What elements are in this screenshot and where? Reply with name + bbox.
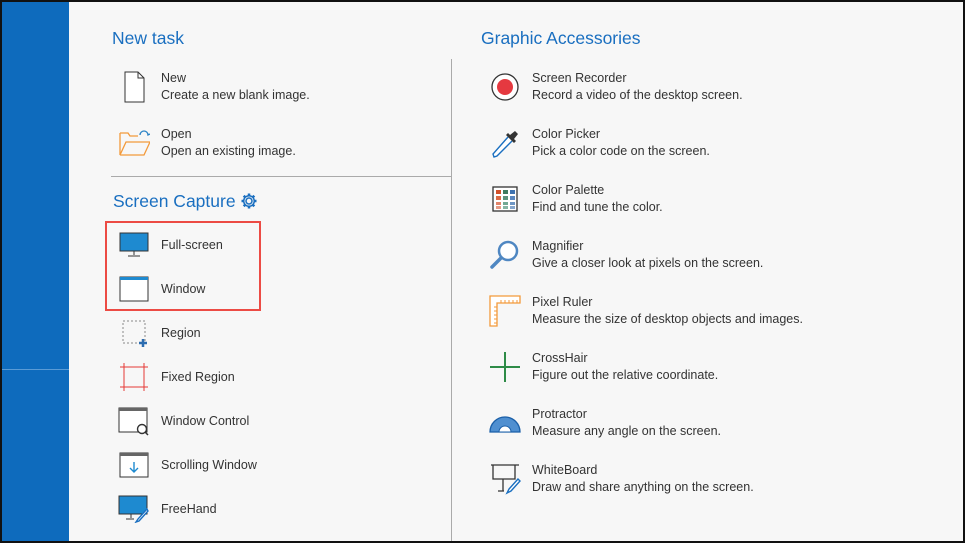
section-divider bbox=[111, 176, 452, 177]
region-icon bbox=[118, 317, 150, 349]
protractor-desc: Measure any angle on the screen. bbox=[532, 424, 722, 438]
full-screen-button[interactable]: Full-screen bbox=[118, 229, 223, 261]
full-screen-label: Full-screen bbox=[161, 237, 223, 252]
whiteboard-button[interactable]: WhiteBoard Draw and share anything on the… bbox=[489, 462, 754, 496]
color-picker-label: Color Picker bbox=[532, 127, 601, 141]
scrolling-window-button[interactable]: Scrolling Window bbox=[118, 449, 257, 481]
crosshair-button[interactable]: CrossHair Figure out the relative coordin… bbox=[489, 350, 718, 384]
freehand-label: FreeHand bbox=[161, 501, 217, 516]
color-palette-button[interactable]: Color Palette Find and tune the color. bbox=[489, 182, 663, 216]
open-folder-icon bbox=[118, 127, 150, 159]
color-picker-desc: Pick a color code on the screen. bbox=[532, 144, 710, 158]
freehand-button[interactable]: FreeHand bbox=[118, 493, 217, 525]
screen-recorder-desc: Record a video of the desktop screen. bbox=[532, 88, 743, 102]
column-divider bbox=[451, 59, 452, 543]
region-label: Region bbox=[161, 325, 201, 340]
fixed-region-icon bbox=[118, 361, 150, 393]
sidebar-divider bbox=[2, 369, 69, 370]
pixel-ruler-button[interactable]: Pixel Ruler Measure the size of desktop o… bbox=[489, 294, 803, 328]
whiteboard-icon bbox=[489, 463, 521, 495]
window-control-icon bbox=[118, 405, 150, 437]
color-palette-label: Color Palette bbox=[532, 183, 605, 197]
open-label: Open bbox=[161, 127, 192, 141]
protractor-button[interactable]: Protractor Measure any angle on the scree… bbox=[489, 406, 721, 440]
new-task-heading: New task bbox=[112, 28, 184, 48]
fixed-region-label: Fixed Region bbox=[161, 369, 235, 384]
graphic-accessories-heading: Graphic Accessories bbox=[481, 28, 641, 48]
screen-recorder-label: Screen Recorder bbox=[532, 71, 627, 85]
screen-capture-heading: Screen Capture bbox=[113, 191, 236, 211]
pixel-ruler-desc: Measure the size of desktop objects and … bbox=[532, 312, 803, 326]
color-picker-button[interactable]: Color Picker Pick a color code on the scr… bbox=[489, 126, 710, 160]
window-control-label: Window Control bbox=[161, 413, 250, 428]
new-button[interactable]: New Create a new blank image. bbox=[118, 70, 310, 104]
new-label: New bbox=[161, 71, 187, 85]
magnifier-label: Magnifier bbox=[532, 239, 584, 253]
fixed-region-button[interactable]: Fixed Region bbox=[118, 361, 235, 393]
window-label: Window bbox=[161, 281, 206, 296]
protractor-label: Protractor bbox=[532, 407, 587, 421]
whiteboard-label: WhiteBoard bbox=[532, 463, 598, 477]
color-palette-desc: Find and tune the color. bbox=[532, 200, 663, 214]
screen-recorder-button[interactable]: Screen Recorder Record a video of the des… bbox=[489, 70, 743, 104]
sidebar bbox=[0, 0, 69, 543]
window-icon bbox=[118, 273, 150, 305]
protractor-icon bbox=[489, 407, 521, 439]
scrolling-window-label: Scrolling Window bbox=[161, 457, 257, 472]
whiteboard-desc: Draw and share anything on the screen. bbox=[532, 480, 754, 494]
scrolling-window-icon bbox=[118, 449, 150, 481]
window-control-button[interactable]: Window Control bbox=[118, 405, 249, 437]
magnifier-button[interactable]: Magnifier Give a closer look at pixels on… bbox=[489, 238, 763, 272]
open-button[interactable]: Open Open an existing image. bbox=[118, 126, 296, 160]
new-desc: Create a new blank image. bbox=[161, 88, 310, 102]
ruler-icon bbox=[489, 295, 521, 327]
record-icon bbox=[489, 71, 521, 103]
crosshair-icon bbox=[489, 351, 521, 383]
magnifier-icon bbox=[489, 239, 521, 271]
color-palette-icon bbox=[489, 183, 521, 215]
region-button[interactable]: Region bbox=[118, 317, 201, 349]
crosshair-label: CrossHair bbox=[532, 351, 588, 365]
eyedropper-icon bbox=[489, 127, 521, 159]
new-file-icon bbox=[118, 71, 150, 103]
freehand-monitor-pen-icon bbox=[118, 493, 150, 525]
monitor-icon bbox=[118, 229, 150, 261]
crosshair-desc: Figure out the relative coordinate. bbox=[532, 368, 719, 382]
pixel-ruler-label: Pixel Ruler bbox=[532, 295, 593, 309]
magnifier-desc: Give a closer look at pixels on the scre… bbox=[532, 256, 764, 270]
window-button[interactable]: Window bbox=[118, 273, 205, 305]
open-desc: Open an existing image. bbox=[161, 144, 296, 158]
capture-settings-gear-icon[interactable] bbox=[240, 192, 258, 214]
